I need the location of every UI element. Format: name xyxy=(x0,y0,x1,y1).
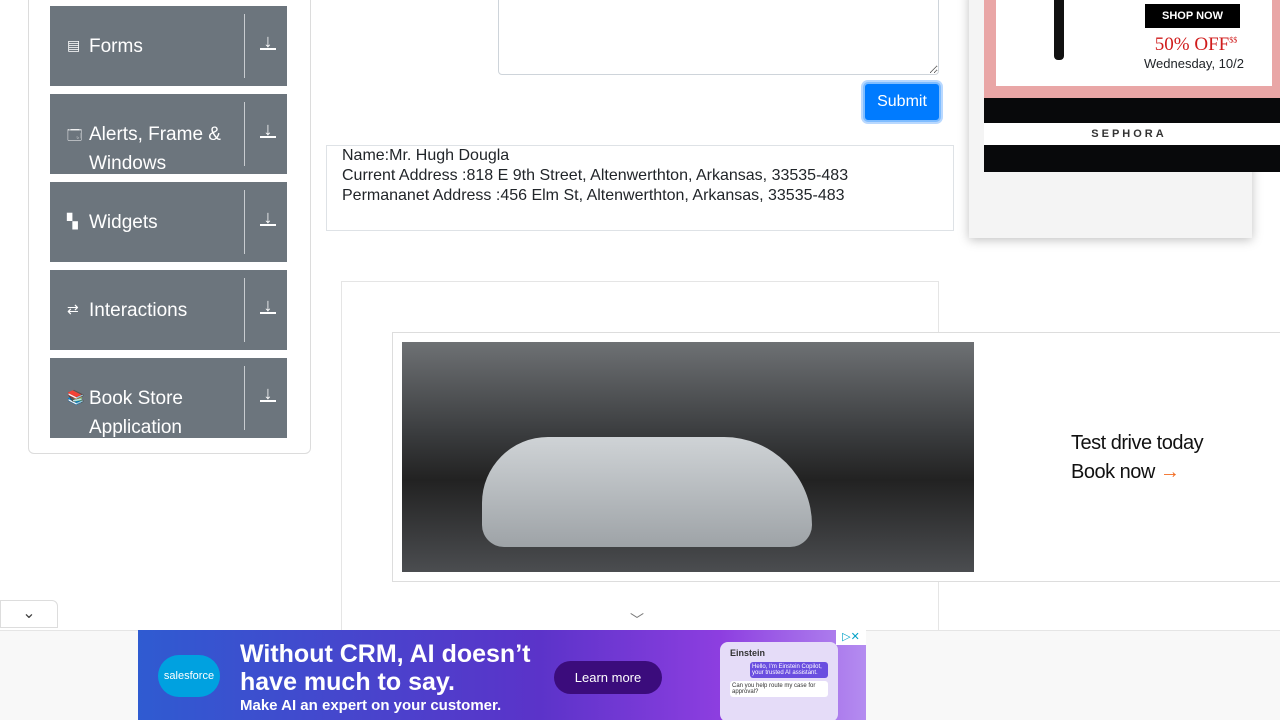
car-ad-line1: Test drive today xyxy=(1071,432,1204,454)
download-icon[interactable]: ↓ xyxy=(260,208,276,226)
ad-subheadline: Make AI an expert on your customer. xyxy=(240,697,502,714)
card-title: Einstein xyxy=(730,648,766,658)
divider xyxy=(244,366,245,430)
car-ad[interactable]: Test drive today Book now → xyxy=(392,332,1280,582)
group-label: Interactions xyxy=(89,300,188,321)
card-message: Hello, I'm Einstein Copilot, your truste… xyxy=(750,662,828,678)
widgets-icon: ▚ xyxy=(67,213,78,229)
salesforce-ad[interactable]: salesforce Without CRM, AI doesn’t have m… xyxy=(138,630,866,720)
salesforce-logo: salesforce xyxy=(158,655,220,697)
download-icon[interactable]: ↓ xyxy=(260,32,276,50)
chevron-down-icon[interactable]: ﹀ xyxy=(630,610,644,630)
sephora-ad[interactable]: SHOP NOW 50% OFF$$ Wednesday, 10/2 SEPHO… xyxy=(969,0,1280,238)
card-question: Can you help route my case for approval? xyxy=(730,681,828,697)
download-icon[interactable]: ↓ xyxy=(260,384,276,402)
group-label: Alerts, Frame & Windows xyxy=(89,124,221,174)
group-label: Forms xyxy=(89,36,143,57)
car-image xyxy=(402,342,974,572)
chevron-down-icon: ⌄ xyxy=(22,605,36,622)
divider xyxy=(244,102,245,166)
form-icon: ▤ xyxy=(67,37,81,53)
output-panel: Name:Mr. Hugh Dougla Current Address :81… xyxy=(326,145,954,231)
divider xyxy=(244,190,245,254)
sidebar-group-forms[interactable]: ▤ Forms ↓ xyxy=(50,6,287,86)
submit-button[interactable]: Submit xyxy=(863,82,941,122)
car-ad-book-now[interactable]: Book now xyxy=(1071,461,1155,483)
window-icon: 🗔 xyxy=(67,127,83,143)
books-icon: 📚 xyxy=(67,389,85,405)
sidebar-group-interactions[interactable]: ⇄ Interactions ↓ xyxy=(50,270,287,350)
sidebar-group-widgets[interactable]: ▚ Widgets ↓ xyxy=(50,182,287,262)
collapse-ad-button[interactable]: ⌄ xyxy=(0,600,58,628)
arrow-right-icon: → xyxy=(1159,461,1180,483)
interactions-icon: ⇄ xyxy=(67,301,79,317)
offer-sup: $$ xyxy=(1229,35,1238,45)
sephora-logo: SEPHORA xyxy=(984,123,1280,145)
ad-choices-close-icon[interactable]: ▷✕ xyxy=(836,630,866,645)
group-label: Widgets xyxy=(89,212,158,233)
learn-more-button[interactable]: Learn more xyxy=(554,661,662,694)
divider xyxy=(244,278,245,342)
group-label: Book Store Application xyxy=(89,388,183,438)
output-permanent-address: Permananet Address :456 Elm St, Altenwer… xyxy=(342,187,845,204)
download-icon[interactable]: ↓ xyxy=(260,296,276,314)
curling-wand-image xyxy=(1054,0,1064,60)
offer-text: 50% OFF xyxy=(1154,34,1230,55)
ad-headline-2: have much to say. xyxy=(240,668,455,696)
shop-now-button[interactable]: SHOP NOW xyxy=(1145,4,1240,28)
divider xyxy=(244,14,245,78)
offer-date: Wednesday, 10/2 xyxy=(1144,56,1244,71)
download-icon[interactable]: ↓ xyxy=(260,120,276,138)
sidebar-group-alerts[interactable]: 🗔 Alerts, Frame & Windows ↓ xyxy=(50,94,287,174)
sidebar: ▤ Forms ↓ 🗔 Alerts, Frame & Windows ↓ ▚ … xyxy=(28,0,311,454)
sidebar-group-bookstore[interactable]: 📚 Book Store Application ↓ xyxy=(50,358,287,438)
ad-headline-1: Without CRM, AI doesn’t xyxy=(240,640,531,668)
einstein-card: Einstein Hello, I'm Einstein Copilot, yo… xyxy=(720,642,838,720)
permanent-address-textarea[interactable] xyxy=(498,0,939,75)
